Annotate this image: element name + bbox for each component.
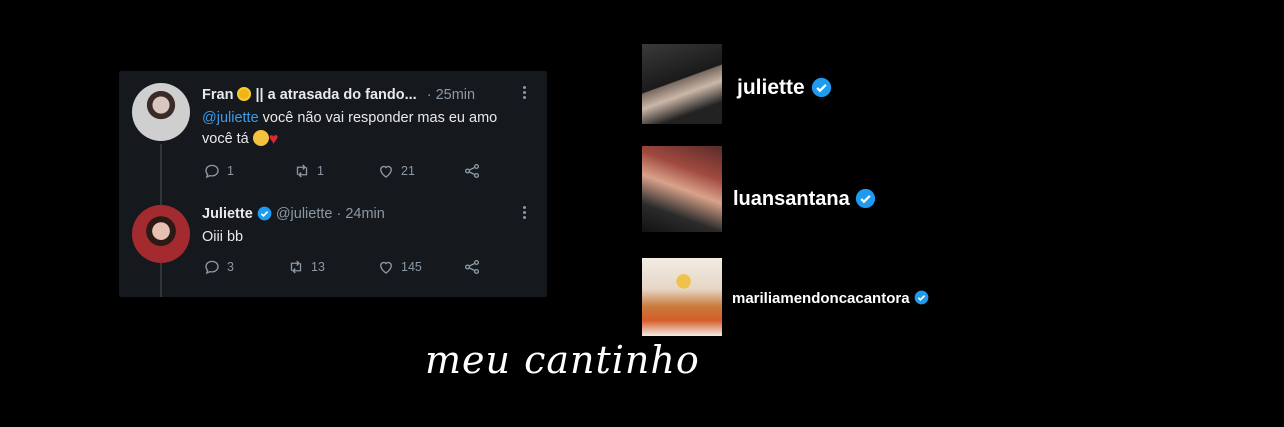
tweet-2-actions: 3 13 145 <box>203 258 481 276</box>
like-icon <box>380 261 392 274</box>
rolling-eyes-emoji-icon <box>252 130 269 146</box>
more-icon[interactable] <box>523 206 527 221</box>
share-icon <box>464 259 480 275</box>
like-button[interactable]: 145 <box>377 258 463 276</box>
tweet-1-text: @juliette você não vai responder mas eu … <box>202 108 542 150</box>
tweet-1-actions: 1 1 21 <box>203 162 481 180</box>
retweet-count: 1 <box>317 164 324 178</box>
profile-username-juliette[interactable]: juliette <box>737 76 832 100</box>
tweet-1-text-line2: você tá <box>202 131 249 147</box>
like-count: 21 <box>401 164 415 178</box>
reply-icon <box>205 164 219 179</box>
username-text: juliette <box>737 76 805 99</box>
profile-username-luansantana[interactable]: luansantana <box>733 188 876 211</box>
tweet-2-text: Oiii bb <box>202 229 244 245</box>
tweet-1-header: Fran || a atrasada do fando... · 25min <box>202 87 475 103</box>
reply-icon <box>205 260 219 275</box>
tweet-1-text-line1: você não vai responder mas eu amo <box>258 110 498 126</box>
sunflower-emoji-icon <box>237 87 252 101</box>
like-icon <box>380 165 392 178</box>
username-text: mariliamendoncacantora <box>732 290 910 307</box>
more-icon[interactable] <box>523 86 527 101</box>
retweet-count: 13 <box>311 260 325 274</box>
tweet-1-mention[interactable]: @juliette <box>202 110 259 126</box>
tweet-2-display-name[interactable]: Juliette <box>202 206 253 222</box>
profile-photo-mariliamendoncacantora[interactable] <box>642 258 722 336</box>
reply-count: 1 <box>227 164 234 178</box>
retweet-icon <box>290 260 302 274</box>
like-count: 145 <box>401 260 422 274</box>
share-icon <box>464 163 480 179</box>
share-button[interactable] <box>463 162 481 180</box>
verified-icon <box>257 206 272 221</box>
red-heart-emoji-icon: ♥ <box>268 131 279 148</box>
reply-button[interactable]: 3 <box>203 258 287 276</box>
reply-button[interactable]: 1 <box>203 162 293 180</box>
tweet-1-name-suffix[interactable]: || a atrasada do fando... <box>255 87 416 103</box>
profile-photo-juliette[interactable] <box>642 44 722 124</box>
profile-photo-luansantana[interactable] <box>642 146 722 232</box>
like-button[interactable]: 21 <box>377 162 463 180</box>
share-button[interactable] <box>463 258 481 276</box>
tweet-1-display-name[interactable]: Fran <box>202 87 233 103</box>
username-text: luansantana <box>733 188 850 210</box>
verified-icon <box>811 77 831 98</box>
tweet-1-time: · 25min <box>426 87 476 103</box>
profile-username-mariliamendoncacantora[interactable]: mariliamendoncacantora <box>732 290 929 307</box>
verified-icon <box>914 290 929 305</box>
retweet-button[interactable]: 13 <box>287 258 377 276</box>
verified-icon <box>856 188 876 209</box>
tweet-2-handle-time: @juliette · 24min <box>275 206 385 222</box>
retweet-icon <box>296 164 308 178</box>
avatar-juliette[interactable] <box>132 205 190 263</box>
tweet-2-header: Juliette @juliette · 24min <box>202 206 385 222</box>
retweet-button[interactable]: 1 <box>293 162 377 180</box>
handwritten-caption: meu cantinho <box>425 338 700 382</box>
avatar-fran[interactable] <box>132 83 190 141</box>
reply-count: 3 <box>227 260 234 274</box>
